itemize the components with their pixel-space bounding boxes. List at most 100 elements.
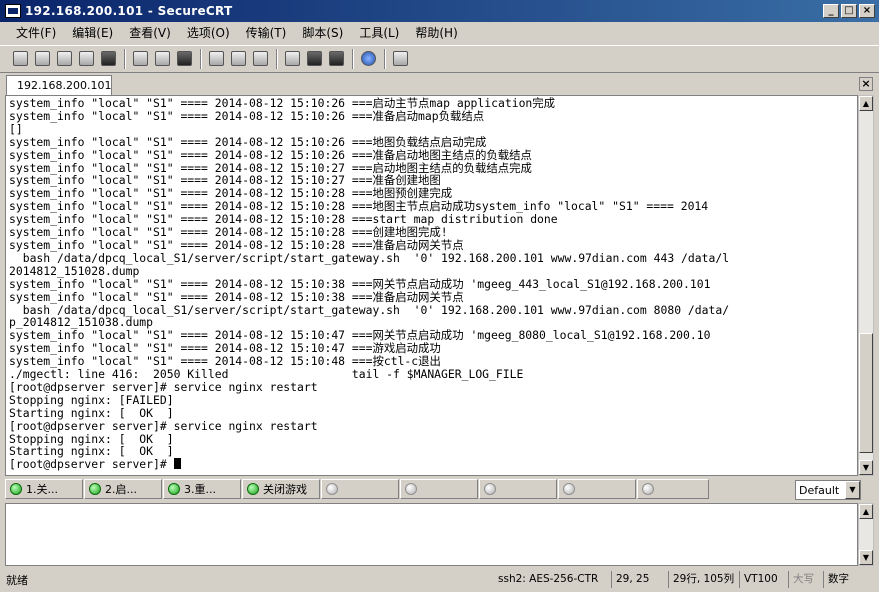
- securecrt-app-icon[interactable]: [5, 4, 21, 18]
- green-dot-icon: [247, 483, 259, 495]
- close-button[interactable]: ×: [859, 4, 875, 18]
- menu-bar: 文件(F) 编辑(E) 查看(V) 选项(O) 传输(T) 脚本(S) 工具(L…: [0, 22, 879, 44]
- toolbar-separator: [200, 48, 202, 69]
- menu-transfer[interactable]: 传输(T): [238, 23, 295, 43]
- terminal-output[interactable]: system_info "local" "S1" ==== 2014-08-12…: [5, 95, 858, 476]
- menu-file[interactable]: 文件(F): [8, 23, 64, 43]
- menu-view[interactable]: 查看(V): [121, 23, 179, 43]
- button-bar-empty-slot[interactable]: [321, 479, 399, 499]
- toolbar-separator: [276, 48, 278, 69]
- terminal-line: Starting nginx: [ OK ]: [9, 444, 174, 459]
- green-dot-icon: [10, 483, 22, 495]
- terminal-line: Starting nginx: [ OK ]: [9, 405, 174, 420]
- scroll-down-arrow-icon[interactable]: ▼: [859, 460, 873, 475]
- command-window-scrollbar[interactable]: ▲ ▼: [858, 503, 874, 566]
- grey-dot-icon: [326, 483, 338, 495]
- status-caps-lock: 大写: [788, 571, 814, 588]
- keymap-icon[interactable]: [326, 49, 346, 69]
- title-bar[interactable]: 192.168.200.101 - SecureCRT _ □ ×: [0, 0, 879, 22]
- button-bar-select-value: Default: [799, 483, 840, 497]
- toolbar: [0, 45, 879, 71]
- terminal-line: system_info "local" "S1" ==== 2014-08-12…: [9, 328, 711, 343]
- menu-tools[interactable]: 工具(L): [351, 23, 407, 43]
- terminal-line: system_info "local" "S1" ==== 2014-08-12…: [9, 276, 711, 291]
- button-bar-button-3[interactable]: 3.重...: [163, 479, 241, 499]
- print-icon[interactable]: [206, 49, 226, 69]
- help-icon[interactable]: [358, 49, 378, 69]
- scrollbar-thumb[interactable]: [859, 333, 873, 454]
- grey-dot-icon: [484, 483, 496, 495]
- terminal-line: Stopping nginx: [FAILED]: [9, 392, 174, 407]
- terminal-scrollbar[interactable]: ▲ ▼: [858, 95, 874, 476]
- terminal-line: system_info "local" "S1" ==== 2014-08-12…: [9, 225, 448, 240]
- connect-tab-icon[interactable]: [54, 49, 74, 69]
- button-bar-empty-slot[interactable]: [400, 479, 478, 499]
- terminal-line: system_info "local" "S1" ==== 2014-08-12…: [9, 289, 464, 304]
- session-tab-label: 192.168.200.101: [17, 79, 112, 92]
- disconnect-icon[interactable]: [98, 49, 118, 69]
- terminal-line: system_info "local" "S1" ==== 2014-08-12…: [9, 96, 556, 110]
- terminal-line: [root@dpserver server]# service nginx re…: [9, 418, 318, 433]
- scroll-up-arrow-icon[interactable]: ▲: [859, 504, 873, 519]
- terminal-line: system_info "local" "S1" ==== 2014-08-12…: [9, 147, 532, 162]
- maximize-button[interactable]: □: [841, 4, 857, 18]
- terminal-line: p_2014812_151038.dump: [9, 315, 154, 330]
- terminal-line: system_info "local" "S1" ==== 2014-08-12…: [9, 212, 558, 227]
- paste-icon[interactable]: [152, 49, 172, 69]
- minimize-button[interactable]: _: [823, 4, 839, 18]
- scroll-down-arrow-icon[interactable]: ▼: [859, 550, 873, 565]
- terminal-line: ./mgectl: line 416: 2050 Killed tail -f …: [9, 367, 524, 382]
- terminal-text: system_info "local" "S1" ==== 2014-08-12…: [6, 97, 857, 471]
- button-bar: 1.关... 2.启... 3.重... 关闭游戏: [0, 478, 879, 500]
- window-title: 192.168.200.101 - SecureCRT: [25, 4, 233, 18]
- status-terminal-size: 29行, 105列: [668, 571, 734, 588]
- terminal-line: system_info "local" "S1" ==== 2014-08-12…: [9, 134, 487, 149]
- reconnect-icon[interactable]: [76, 49, 96, 69]
- status-cipher: ssh2: AES-256-CTR: [498, 573, 599, 585]
- button-bar-button-2[interactable]: 2.启...: [84, 479, 162, 499]
- terminal-line: bash /data/dpcq_local_S1/server/script/s…: [9, 250, 730, 265]
- menu-script[interactable]: 脚本(S): [294, 23, 351, 43]
- terminal-line: system_info "local" "S1" ==== 2014-08-12…: [9, 199, 709, 214]
- button-label: 关闭游戏: [263, 483, 307, 496]
- status-cursor-position: 29, 25: [611, 571, 649, 588]
- menu-edit[interactable]: 编辑(E): [64, 23, 121, 43]
- button-bar-empty-slot[interactable]: [479, 479, 557, 499]
- terminal-line: system_info "local" "S1" ==== 2014-08-12…: [9, 173, 441, 188]
- button-bar-button-1[interactable]: 1.关...: [5, 479, 83, 499]
- close-tab-button[interactable]: ×: [859, 77, 873, 91]
- terminal-line: []: [9, 121, 23, 136]
- status-num-lock: 数字: [823, 571, 849, 588]
- terminal-line: bash /data/dpcq_local_S1/server/script/s…: [9, 302, 730, 317]
- print-preview-icon[interactable]: [250, 49, 270, 69]
- status-bar: 就绪 ssh2: AES-256-CTR 29, 25 29行, 105列 VT…: [0, 569, 879, 590]
- button-bar-empty-slot[interactable]: [637, 479, 709, 499]
- global-options-icon[interactable]: [304, 49, 324, 69]
- button-bar-empty-slot[interactable]: [558, 479, 636, 499]
- terminal-line: [root@dpserver server]# service nginx re…: [9, 379, 318, 394]
- print-selection-icon[interactable]: [228, 49, 248, 69]
- grey-dot-icon: [563, 483, 575, 495]
- session-tab-strip: 192.168.200.101 ×: [0, 72, 879, 95]
- grey-dot-icon: [405, 483, 417, 495]
- find-icon[interactable]: [174, 49, 194, 69]
- menu-help[interactable]: 帮助(H): [407, 23, 465, 43]
- copy-icon[interactable]: [130, 49, 150, 69]
- session-options-icon[interactable]: [282, 49, 302, 69]
- green-dot-icon: [168, 483, 180, 495]
- quick-connect-icon[interactable]: [32, 49, 52, 69]
- dropdown-arrow-icon[interactable]: ▼: [845, 481, 860, 499]
- session-tab[interactable]: 192.168.200.101: [6, 75, 112, 95]
- connect-icon[interactable]: [10, 49, 30, 69]
- button-bar-select[interactable]: Default ▼: [795, 480, 861, 500]
- status-ready: 就绪: [6, 574, 28, 587]
- command-window[interactable]: [5, 503, 858, 566]
- scroll-up-arrow-icon[interactable]: ▲: [859, 96, 873, 111]
- terminal-line: system_info "local" "S1" ==== 2014-08-12…: [9, 108, 485, 123]
- terminal-line: 2014812_151028.dump: [9, 263, 140, 278]
- button-label: 1.关...: [26, 483, 58, 496]
- screen-icon[interactable]: [390, 49, 410, 69]
- menu-options[interactable]: 选项(O): [179, 23, 238, 43]
- button-bar-button-4[interactable]: 关闭游戏: [242, 479, 320, 499]
- terminal-line: system_info "local" "S1" ==== 2014-08-12…: [9, 160, 532, 175]
